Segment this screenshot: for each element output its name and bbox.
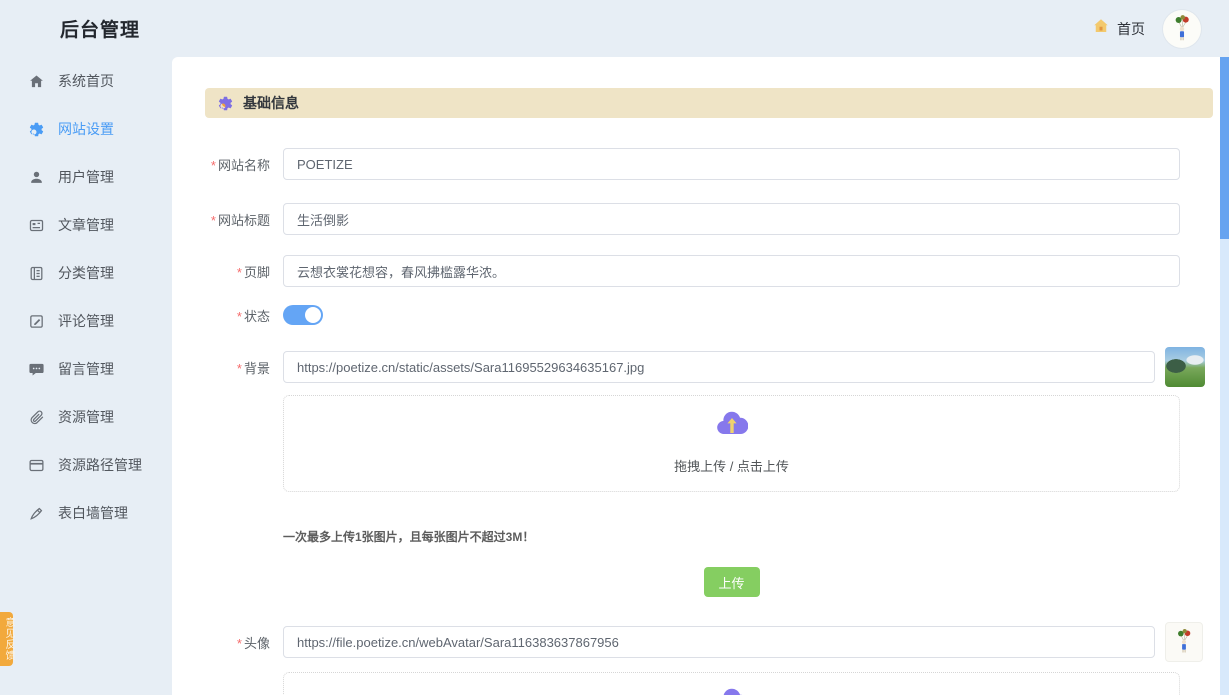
sidebar-item-comment-management[interactable]: 评论管理 [0,297,172,345]
status-label: *状态 [205,306,270,325]
upload-hint: 一次最多上传1张图片，且每张图片不超过3M！ [283,528,1229,545]
sidebar-item-confession-wall-management[interactable]: 表白墙管理 [0,489,172,537]
user-avatar[interactable] [1163,10,1201,48]
sidebar-item-article-management[interactable]: 文章管理 [0,201,172,249]
sidebar-item-user-management[interactable]: 用户管理 [0,153,172,201]
site-title-label: *网站标题 [205,210,270,229]
background-thumbnail[interactable] [1165,347,1205,387]
home-icon [28,73,45,90]
section-gear-icon [217,95,234,112]
toggle-knob [305,307,321,323]
required-marker: * [237,265,242,280]
article-icon [28,217,45,234]
sidebar-item-resource-path-management[interactable]: 资源路径管理 [0,441,172,489]
feedback-tag[interactable]: 意见反馈 [0,612,13,666]
section-title: 基础信息 [243,93,299,113]
sidebar-item-message-management[interactable]: 留言管理 [0,345,172,393]
scrollbar-track[interactable] [1220,57,1229,695]
user-icon [28,169,45,186]
balloon-figure-icon [1170,627,1198,657]
sidebar-item-site-settings[interactable]: 网站设置 [0,105,172,153]
background-label: *背景 [205,358,270,377]
app-title: 后台管理 [60,15,140,42]
cloud-upload-icon [716,408,748,443]
required-marker: * [211,158,216,173]
background-row: *背景 [205,347,1229,387]
dropzone-text: 拖拽上传 / 点击上传 [674,456,789,475]
sidebar-item-label: 资源路径管理 [58,455,142,475]
background-upload-dropzone[interactable]: 拖拽上传 / 点击上传 [283,395,1180,492]
sidebar-item-label: 留言管理 [58,359,114,379]
background-url-input[interactable] [283,351,1155,383]
home-link-label: 首页 [1117,19,1145,39]
site-name-label: *网站名称 [205,155,270,174]
footer-input[interactable] [283,255,1180,287]
sidebar-item-label: 评论管理 [58,311,114,331]
comment-edit-icon [28,313,45,330]
sidebar-item-label: 文章管理 [58,215,114,235]
status-toggle[interactable] [283,305,323,325]
avatar-url-input[interactable] [283,626,1155,658]
upload-button-row: 上传 [283,567,1180,597]
sidebar-item-label: 网站设置 [58,119,114,139]
sidebar-item-label: 表白墙管理 [58,503,128,523]
upload-button[interactable]: 上传 [704,567,760,597]
balloon-figure-icon [1167,14,1197,44]
header-right: 首页 [1092,10,1201,48]
sidebar-item-resource-management[interactable]: 资源管理 [0,393,172,441]
site-name-input[interactable] [283,148,1180,180]
main-content: 基础信息 *网站名称 *网站标题 *页脚 *状态 *背景 [172,57,1229,695]
sidebar-item-label: 用户管理 [58,167,114,187]
top-header: 后台管理 首页 [0,0,1229,57]
avatar-row: *头像 [205,622,1229,662]
required-marker: * [237,636,242,651]
paperclip-icon [28,409,45,426]
sidebar-item-label: 系统首页 [58,71,114,91]
avatar-upload-dropzone[interactable] [283,672,1180,695]
site-title-input[interactable] [283,203,1180,235]
scrollbar-thumb[interactable] [1220,57,1229,239]
section-header: 基础信息 [205,88,1213,118]
category-icon [28,265,45,282]
home-link[interactable]: 首页 [1092,17,1145,40]
sidebar-item-category-management[interactable]: 分类管理 [0,249,172,297]
gear-icon [28,121,45,138]
cloud-upload-icon [716,685,748,695]
card-icon [28,457,45,474]
required-marker: * [211,213,216,228]
required-marker: * [237,309,242,324]
admin-app: 后台管理 首页 [0,0,1229,695]
sidebar-item-label: 分类管理 [58,263,114,283]
avatar-thumbnail[interactable] [1165,622,1203,662]
avatar-label: *头像 [205,633,270,652]
sidebar-nav: 系统首页 网站设置 用户管理 文章管理 分类管理 [0,57,172,695]
required-marker: * [237,361,242,376]
sidebar-item-system-home[interactable]: 系统首页 [0,57,172,105]
footer-label: *页脚 [205,262,270,281]
footer-row: *页脚 [205,255,1229,287]
site-title-row: *网站标题 [205,203,1229,235]
message-icon [28,361,45,378]
sidebar-item-label: 资源管理 [58,407,114,427]
site-name-row: *网站名称 [205,148,1229,180]
pen-icon [28,505,45,522]
status-row: *状态 [205,305,1229,325]
house-icon [1092,17,1110,40]
